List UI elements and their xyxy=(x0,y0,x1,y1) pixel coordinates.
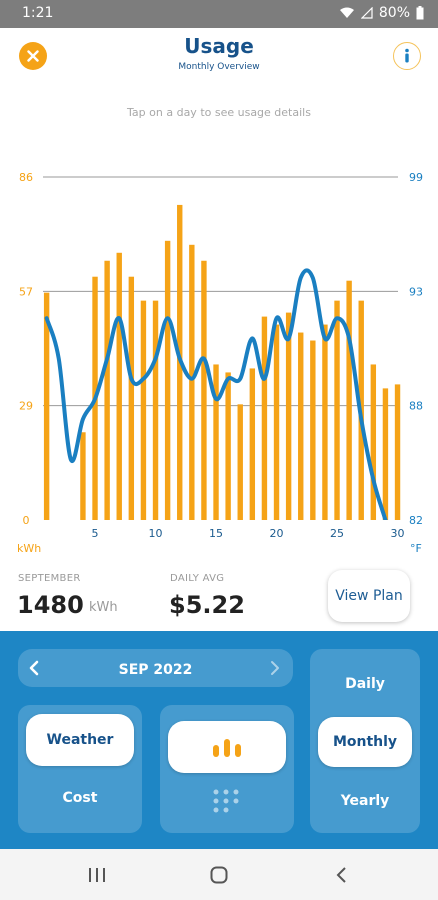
usage-bar xyxy=(273,324,280,520)
usage-bar xyxy=(334,300,340,520)
bar-chart-view-option[interactable] xyxy=(168,721,286,773)
usage-bar xyxy=(152,300,159,520)
left-axis-tick: 0 xyxy=(23,514,30,527)
page-title: Usage xyxy=(184,34,254,58)
chart-hint: Tap on a day to see usage details xyxy=(127,106,311,119)
system-nav-bar xyxy=(0,849,438,900)
x-axis-tick: 5 xyxy=(92,527,99,540)
usage-bar xyxy=(261,316,268,520)
usage-chart[interactable]: 0 29 57 86 82 88 93 99 kWh °F 5 10 15 20 25 30 xyxy=(0,150,438,560)
metric-toggle-card: Weather Cost xyxy=(18,705,142,833)
usage-bar xyxy=(346,280,352,520)
month-selector: SEP 2022 xyxy=(18,649,293,687)
daily-option[interactable]: Daily xyxy=(310,676,420,692)
usage-bar xyxy=(285,312,292,520)
usage-bar xyxy=(237,404,243,520)
bar-chart-icon xyxy=(213,739,241,757)
battery-percent: 80% xyxy=(378,5,410,21)
usage-bar xyxy=(116,252,122,521)
page-subtitle: Monthly Overview xyxy=(178,62,260,72)
usage-bar xyxy=(104,260,110,520)
total-usage-unit: kWh xyxy=(89,600,118,615)
usage-bar xyxy=(225,372,231,520)
info-icon xyxy=(405,48,409,63)
usage-bar xyxy=(189,244,195,521)
view-plan-button[interactable]: View Plan xyxy=(328,570,410,622)
battery-icon xyxy=(416,6,424,20)
period-label: SEPTEMBER xyxy=(18,573,81,584)
period-selector-card: Daily Monthly Yearly xyxy=(310,649,420,833)
info-button[interactable] xyxy=(393,42,421,70)
chevron-right-icon[interactable] xyxy=(269,660,281,676)
month-label: SEP 2022 xyxy=(118,662,193,678)
right-axis-tick: 88 xyxy=(409,400,423,413)
header: Usage Monthly Overview xyxy=(0,28,438,88)
x-axis-tick: 15 xyxy=(209,527,223,540)
right-axis-tick: 99 xyxy=(409,171,423,184)
view-type-card xyxy=(160,705,294,833)
left-axis-tick: 86 xyxy=(19,171,33,184)
usage-bar xyxy=(201,260,207,520)
left-axis-unit: kWh xyxy=(17,542,41,555)
grid-view-icon[interactable] xyxy=(212,789,240,813)
daily-avg-value: $5.22 xyxy=(169,591,245,619)
usage-bar xyxy=(322,324,328,520)
usage-bar xyxy=(80,432,86,520)
usage-bar xyxy=(128,276,135,520)
x-axis-tick: 30 xyxy=(391,527,405,540)
left-axis-tick: 29 xyxy=(19,400,33,413)
weather-option[interactable]: Weather xyxy=(26,714,134,766)
right-axis-tick: 82 xyxy=(409,514,423,527)
status-bar: 1:21 80% xyxy=(0,0,438,28)
usage-bar xyxy=(164,240,171,520)
cost-option[interactable]: Cost xyxy=(18,790,142,806)
daily-avg-label: DAILY AVG xyxy=(170,573,225,584)
left-axis-tick: 57 xyxy=(19,285,33,298)
usage-bar xyxy=(310,340,316,520)
x-axis-tick: 25 xyxy=(330,527,344,540)
status-time: 1:21 xyxy=(22,5,54,21)
usage-bar xyxy=(382,388,389,520)
x-axis-tick: 10 xyxy=(149,527,163,540)
recent-apps-icon[interactable] xyxy=(88,867,106,883)
usage-bar xyxy=(249,368,256,520)
back-icon[interactable] xyxy=(335,866,347,884)
status-icons: 80% xyxy=(339,5,424,21)
total-usage-value: 1480 xyxy=(17,591,84,619)
x-axis-tick: 20 xyxy=(270,527,284,540)
usage-bar xyxy=(394,384,401,520)
usage-bar xyxy=(213,364,219,520)
usage-bar xyxy=(140,300,147,520)
monthly-option[interactable]: Monthly xyxy=(318,717,412,767)
usage-bar xyxy=(370,364,377,520)
control-panel: SEP 2022 Weather Cost Daily Monthly Year… xyxy=(0,631,438,849)
temperature-line xyxy=(44,268,388,520)
yearly-option[interactable]: Yearly xyxy=(310,793,420,809)
right-axis-tick: 93 xyxy=(409,285,423,298)
home-icon[interactable] xyxy=(210,866,228,884)
right-axis-unit: °F xyxy=(410,542,422,555)
wifi-icon xyxy=(339,7,354,18)
usage-bar xyxy=(298,332,304,520)
signal-icon xyxy=(360,7,373,19)
